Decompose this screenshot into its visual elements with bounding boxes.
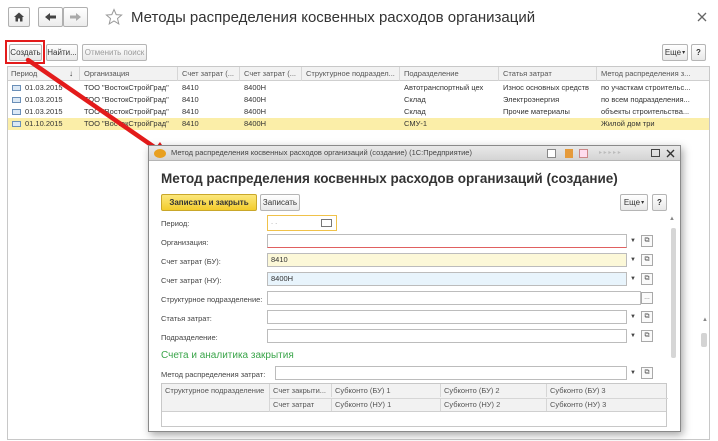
account-bu-open-icon[interactable]: ⧉	[641, 254, 653, 266]
sub-col-cost-account[interactable]: Счет затрат	[270, 398, 332, 411]
cost-item-label: Статья затрат:	[161, 314, 212, 323]
structural-unit-label: Структурное подразделение:	[161, 295, 263, 304]
info-icon[interactable]	[547, 149, 556, 158]
organization-field[interactable]	[267, 234, 627, 248]
create-dialog[interactable]: Метод распределения косвенных расходов о…	[148, 145, 681, 432]
account-nu-field[interactable]: 8400Н	[267, 272, 627, 286]
dialog-window-title: Метод распределения косвенных расходов о…	[171, 148, 472, 157]
calendar-icon[interactable]	[579, 149, 588, 158]
sub-col-subconto-nu2[interactable]: Субконто (НУ) 2	[441, 398, 547, 411]
account-nu-label: Счет затрат (НУ):	[161, 276, 222, 285]
dialog-heading: Метод распределения косвенных расходов о…	[161, 171, 618, 186]
sub-col-subconto-nu1[interactable]: Субконто (НУ) 1	[332, 398, 441, 411]
dialog-scrollbar[interactable]	[671, 228, 676, 358]
account-nu-value: 8400Н	[271, 274, 294, 283]
sub-col-subconto-bu2[interactable]: Субконто (БУ) 2	[441, 384, 547, 397]
dialog-more-label: Еще	[623, 198, 641, 207]
department-open-icon[interactable]: ⧉	[641, 330, 653, 342]
organization-label: Организация:	[161, 238, 209, 247]
maximize-icon[interactable]	[651, 149, 660, 157]
structural-unit-select-icon[interactable]: …	[641, 292, 653, 304]
app-logo-icon	[154, 149, 166, 158]
account-bu-dropdown-icon[interactable]: ▼	[627, 254, 639, 266]
cost-item-open-icon[interactable]: ⧉	[641, 311, 653, 323]
bookmark-icon[interactable]	[565, 149, 573, 158]
period-value: . .	[271, 217, 278, 226]
sub-col-structural-unit[interactable]: Структурное подразделение	[162, 384, 270, 412]
account-nu-dropdown-icon[interactable]: ▼	[627, 273, 639, 285]
account-nu-open-icon[interactable]: ⧉	[641, 273, 653, 285]
structural-unit-field[interactable]	[267, 291, 641, 305]
department-dropdown-icon[interactable]: ▼	[627, 330, 639, 342]
method-open-icon[interactable]: ⧉	[641, 367, 653, 379]
chevron-down-icon: ▾	[641, 200, 645, 206]
calendar-picker-icon[interactable]	[321, 219, 332, 227]
sub-col-closing-account[interactable]: Счет закрыти...	[270, 384, 332, 397]
save-and-close-button[interactable]: Записать и закрыть	[161, 194, 257, 211]
closing-section-title: Счета и аналитика закрытия	[161, 350, 294, 361]
dialog-scroll-up-icon[interactable]: ▲	[669, 216, 675, 222]
sub-col-subconto-bu1[interactable]: Субконто (БУ) 1	[332, 384, 441, 397]
method-dropdown-icon[interactable]: ▼	[627, 367, 639, 379]
sub-col-subconto-bu3[interactable]: Субконто (БУ) 3	[547, 384, 666, 397]
closing-accounts-table[interactable]: Структурное подразделение Счет закрыти..…	[161, 383, 668, 427]
organization-dropdown-icon[interactable]: ▼	[627, 235, 639, 247]
dialog-titlebar[interactable]: Метод распределения косвенных расходов о…	[149, 146, 680, 161]
sub-col-subconto-nu3[interactable]: Субконто (НУ) 3	[547, 398, 666, 411]
organization-open-icon[interactable]: ⧉	[641, 235, 653, 247]
cost-item-field[interactable]	[267, 310, 627, 324]
department-label: Подразделение:	[161, 333, 218, 342]
dialog-help-button[interactable]: ?	[652, 194, 667, 211]
account-bu-field[interactable]: 8410	[267, 253, 627, 267]
save-button[interactable]: Записать	[260, 194, 300, 211]
account-bu-value: 8410	[271, 255, 288, 264]
dialog-close-icon[interactable]	[666, 149, 675, 158]
period-label: Период:	[161, 219, 190, 228]
method-field[interactable]	[275, 366, 627, 380]
account-bu-label: Счет затрат (БУ):	[161, 257, 221, 266]
method-label: Метод распределения затрат:	[161, 370, 266, 379]
subtable-header: Структурное подразделение Счет закрыти..…	[162, 384, 668, 412]
cost-item-dropdown-icon[interactable]: ▼	[627, 311, 639, 323]
department-field[interactable]	[267, 329, 627, 343]
dialog-more-button[interactable]: Еще ▾	[620, 194, 648, 211]
toolbar-placeholder: ▸ ▸ ▸ ▸ ▸	[599, 150, 621, 156]
